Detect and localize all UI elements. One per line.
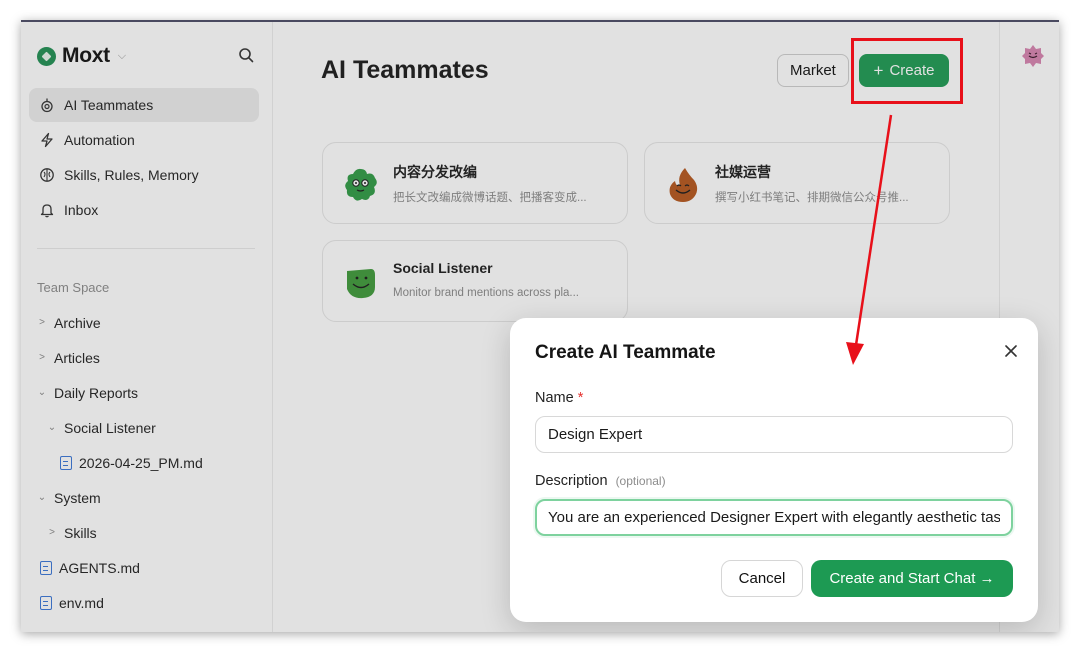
app-window: Moxt ⌵ AI Teammates Automation Skills, R…: [21, 20, 1059, 632]
name-field-label: Name *: [535, 390, 583, 406]
description-field-label: Description (optional): [535, 473, 666, 489]
description-label-text: Description: [535, 473, 608, 489]
description-input[interactable]: [535, 499, 1013, 536]
annotation-highlight-box: [851, 38, 963, 104]
close-icon[interactable]: [1004, 344, 1018, 358]
name-input[interactable]: [535, 416, 1013, 453]
optional-marker: (optional): [615, 474, 666, 488]
create-and-start-chat-button[interactable]: Create and Start Chat →: [811, 560, 1013, 597]
create-teammate-dialog: Create AI Teammate Name * Description (o…: [510, 318, 1038, 622]
cancel-button[interactable]: Cancel: [721, 560, 803, 597]
name-label-text: Name: [535, 390, 574, 406]
required-marker: *: [577, 390, 584, 406]
dialog-title: Create AI Teammate: [535, 342, 716, 363]
